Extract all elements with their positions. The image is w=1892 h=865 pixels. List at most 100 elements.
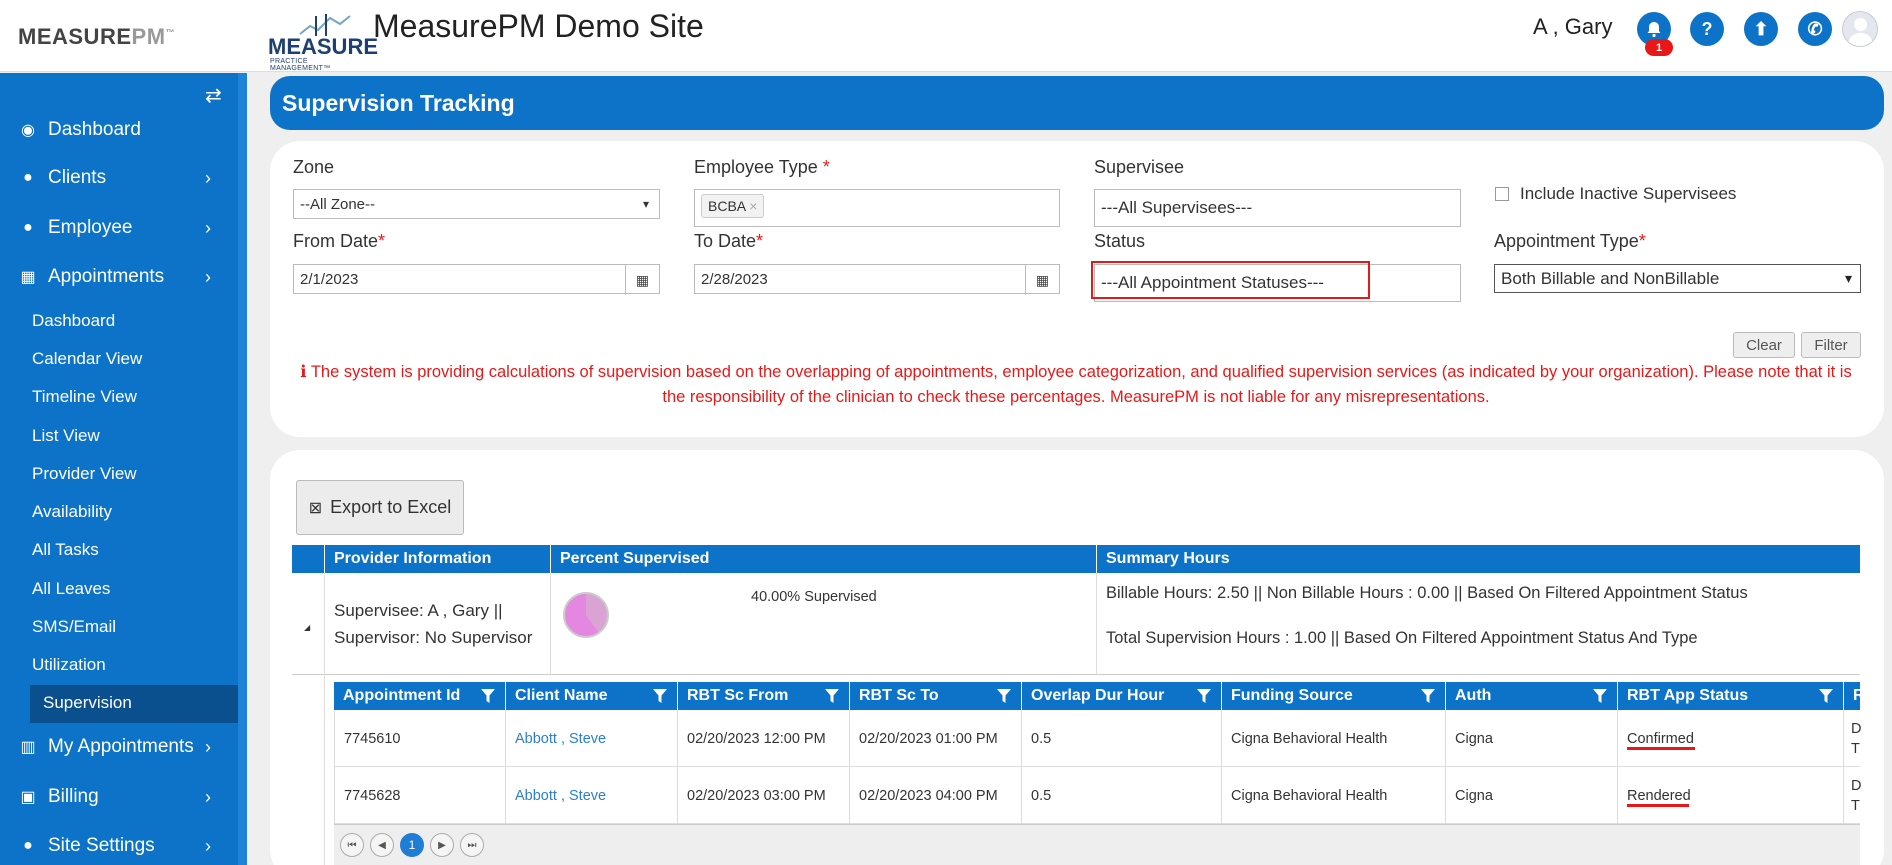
from-date-label: From Date* <box>293 231 386 251</box>
zone-select[interactable]: --All Zone-- ▾ <box>293 189 660 219</box>
sidebar-toggle-icon[interactable]: ⇄ <box>205 83 222 108</box>
column-summary-hours[interactable]: Summary Hours <box>1096 545 1860 573</box>
supervision-disclaimer: ℹ The system is providing calculations o… <box>300 363 1852 406</box>
employee-type-multiselect[interactable]: BCBA × <box>694 189 1060 227</box>
client-name-link[interactable]: Abbott , Steve <box>506 710 678 767</box>
sidebar-item-clients[interactable]: ● Clients › <box>0 158 238 198</box>
sidebar-scrollbar[interactable] <box>238 73 247 865</box>
column-rbt-sc-from[interactable]: RBT Sc From <box>678 682 850 710</box>
supervisor-text: Supervisor: No Supervisor <box>334 628 533 647</box>
appointment-id-cell: 7745628 <box>334 767 506 824</box>
overlap-cell: 0.5 <box>1022 767 1222 824</box>
expand-toggle-icon[interactable]: ◢ <box>304 623 310 632</box>
first-page-button[interactable]: ⏮ <box>340 833 364 857</box>
calendar-icon[interactable]: ▦ <box>1025 265 1059 295</box>
column-funding-source[interactable]: Funding Source <box>1222 682 1446 710</box>
sidebar-item-billing[interactable]: ▣ Billing › <box>0 777 238 817</box>
chevron-right-icon: › <box>205 835 211 856</box>
export-to-excel-button[interactable]: ⊠ Export to Excel <box>296 480 464 535</box>
upload-icon[interactable]: ⬆ <box>1744 12 1778 46</box>
rbt-sc-to-cell: 02/20/2023 04:00 PM <box>850 767 1022 824</box>
help-icon[interactable]: ? <box>1690 12 1724 46</box>
last-page-button[interactable]: ⏭ <box>460 833 484 857</box>
tachometer-icon: ◉ <box>21 122 35 139</box>
column-appointment-id[interactable]: Appointment Id <box>334 682 506 710</box>
sidebar-sub-dashboard[interactable]: Dashboard <box>32 311 115 331</box>
provider-information-cell: Supervisee: A , Gary || Supervisor: No S… <box>324 573 550 675</box>
client-name-link[interactable]: Abbott , Steve <box>506 767 678 824</box>
sidebar-sub-all-leaves[interactable]: All Leaves <box>32 579 110 599</box>
filter-icon <box>825 689 839 703</box>
table-row[interactable]: 7745610 Abbott , Steve 02/20/2023 12:00 … <box>334 710 1861 767</box>
column-provider-information[interactable]: Provider Information <box>324 545 550 573</box>
sidebar-item-employee[interactable]: ● Employee › <box>0 208 238 248</box>
rbt-sc-to-cell: 02/20/2023 01:00 PM <box>850 710 1022 767</box>
sidebar-sub-sms-email[interactable]: SMS/Email <box>32 617 116 637</box>
to-date-label: To Date* <box>694 231 764 251</box>
next-page-button[interactable]: ▶ <box>430 833 454 857</box>
calendar-icon[interactable]: ▦ <box>625 265 659 295</box>
overlap-cell: 0.5 <box>1022 710 1222 767</box>
column-overlap-dur-hour[interactable]: Overlap Dur Hour <box>1022 682 1222 710</box>
user-name[interactable]: A , Gary <box>1533 14 1612 40</box>
sidebar-item-my-appointments[interactable]: ▥ My Appointments › <box>0 727 238 767</box>
employee-type-tag: BCBA × <box>701 194 765 218</box>
notification-count-badge: 1 <box>1645 39 1673 56</box>
user-icon: ● <box>23 169 33 186</box>
avatar[interactable] <box>1842 11 1878 47</box>
include-inactive-checkbox[interactable] <box>1495 187 1509 201</box>
top-bar: MEASUREPM™ MEASURE PRACTICE MANAGEMENT™ … <box>0 0 1892 72</box>
table-row[interactable]: 7745628 Abbott , Steve 02/20/2023 03:00 … <box>334 767 1861 824</box>
funding-source-cell: Cigna Behavioral Health <box>1222 710 1446 767</box>
appointment-type-select[interactable]: Both Billable and NonBillable ▾ <box>1494 264 1861 293</box>
column-rbt-app-status[interactable]: RBT App Status <box>1618 682 1844 710</box>
prev-page-button[interactable]: ◀ <box>370 833 394 857</box>
clear-button[interactable]: Clear <box>1733 332 1795 358</box>
zone-label: Zone <box>293 157 335 177</box>
money-icon: ▣ <box>20 789 36 806</box>
filter-icon <box>1819 689 1833 703</box>
employee-type-label: Employee Type * <box>694 157 830 177</box>
supervisee-select[interactable]: ---All Supervisees--- <box>1094 189 1461 227</box>
column-auth[interactable]: Auth <box>1446 682 1618 710</box>
expand-column-header <box>292 545 324 573</box>
tag-remove-icon[interactable]: × <box>749 198 757 214</box>
column-client-name[interactable]: Client Name <box>506 682 678 710</box>
phone-icon[interactable]: ✆ <box>1798 12 1832 46</box>
dropdown-arrow-icon: ▾ <box>642 197 649 211</box>
summary-row: ◢ Supervisee: A , Gary || Supervisor: No… <box>292 573 1860 675</box>
sidebar-sub-timeline-view[interactable]: Timeline View <box>32 387 137 407</box>
summary-grid-header: Provider Information Percent Supervised … <box>292 545 1860 573</box>
to-date-input[interactable]: 2/28/2023 ▦ <box>694 264 1060 295</box>
appointments-grid-header: Appointment Id Client Name RBT Sc From R… <box>334 682 1865 710</box>
sidebar-item-dashboard[interactable]: ◉ Dashboard <box>0 110 238 150</box>
detail-indent-cell <box>292 675 325 865</box>
sidebar-item-appointments[interactable]: ▦ Appointments › <box>0 257 238 297</box>
measurepm-logo[interactable]: MEASUREPM™ <box>18 24 175 50</box>
auth-cell: Cigna <box>1446 767 1618 824</box>
column-truncated[interactable]: R <box>1844 682 1865 710</box>
page-header: Supervision Tracking <box>270 76 1884 130</box>
from-date-input[interactable]: 2/1/2023 ▦ <box>293 264 660 295</box>
column-percent-supervised[interactable]: Percent Supervised <box>550 545 1096 573</box>
page-1-button[interactable]: 1 <box>400 833 424 857</box>
sidebar-sub-list-view[interactable]: List View <box>32 426 100 446</box>
sidebar-sub-all-tasks[interactable]: All Tasks <box>32 540 99 560</box>
info-circle-icon: ℹ <box>300 363 307 381</box>
sidebar-sub-supervision[interactable]: Supervision <box>43 693 132 713</box>
sidebar-sub-utilization[interactable]: Utilization <box>32 655 106 675</box>
filter-icon <box>1197 689 1211 703</box>
rbt-sc-from-cell: 02/20/2023 03:00 PM <box>678 767 850 824</box>
sidebar-sub-availability[interactable]: Availability <box>32 502 112 522</box>
sidebar-sub-provider-view[interactable]: Provider View <box>32 464 137 484</box>
filter-icon <box>997 689 1011 703</box>
sidebar-item-site-settings[interactable]: ● Site Settings › <box>0 826 238 865</box>
include-inactive-label: Include Inactive Supervisees <box>1520 184 1737 203</box>
sidebar-sub-calendar-view[interactable]: Calendar View <box>32 349 142 369</box>
site-title: MeasurePM Demo Site <box>373 8 704 44</box>
column-rbt-sc-to[interactable]: RBT Sc To <box>850 682 1022 710</box>
excel-icon: ⊠ <box>308 499 323 517</box>
funding-source-cell: Cigna Behavioral Health <box>1222 767 1446 824</box>
percent-supervised-text: 40.00% Supervised <box>751 589 877 605</box>
filter-button[interactable]: Filter <box>1801 332 1861 358</box>
